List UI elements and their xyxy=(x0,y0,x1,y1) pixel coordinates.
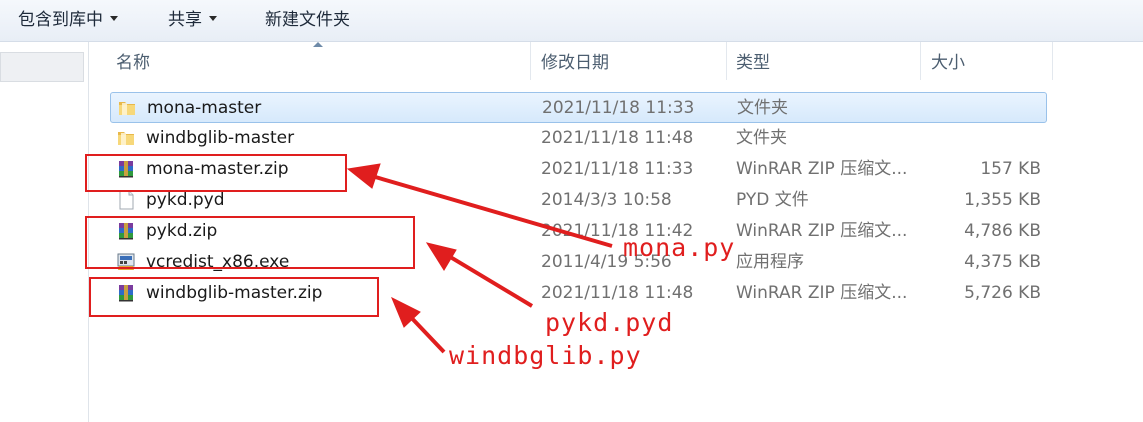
arrow-to-pykd-zip xyxy=(440,250,534,308)
annotation-label-windbglib: windbglib.py xyxy=(449,341,642,370)
arrow-to-mona-zip xyxy=(364,172,613,248)
annotation-label-mona: mona.py xyxy=(623,233,736,262)
annotation-label-pykd: pykd.pyd xyxy=(545,308,674,337)
